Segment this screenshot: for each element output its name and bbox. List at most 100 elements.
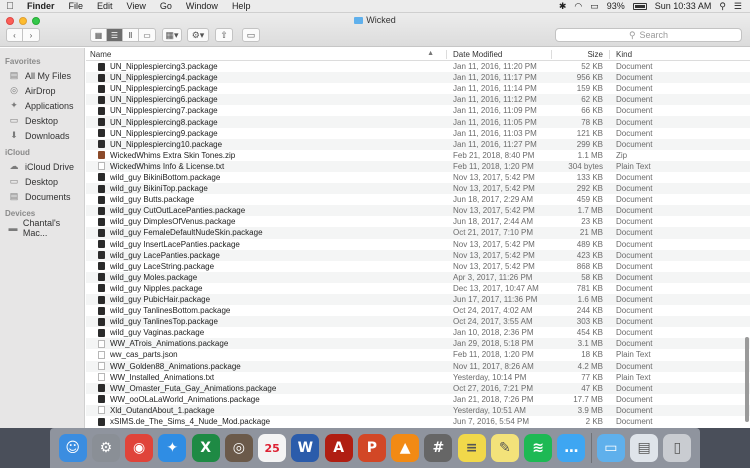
table-row[interactable]: WW_ooOLaLaWorld_Animations.package Jan 21…: [86, 394, 750, 405]
scrollbar[interactable]: [744, 62, 749, 422]
menu-view[interactable]: View: [120, 1, 153, 11]
table-row[interactable]: UN_Nipplespiercing3.package Jan 11, 2016,…: [86, 61, 750, 72]
powerpoint-icon[interactable]: P: [357, 434, 386, 462]
table-row[interactable]: wild_guy BikiniBottom.package Nov 13, 201…: [86, 172, 750, 183]
battery-icon[interactable]: [632, 2, 647, 10]
column-header-date[interactable]: Date Modified: [446, 49, 551, 59]
sidebar-item-icloud-desktop[interactable]: ▭ Desktop: [0, 174, 84, 189]
table-row[interactable]: WW_Golden88_Animations.package Nov 11, 20…: [86, 360, 750, 372]
column-view-button[interactable]: Ⅱ: [123, 29, 139, 41]
menu-go[interactable]: Go: [153, 1, 179, 11]
launchpad-icon[interactable]: ◎: [224, 434, 253, 462]
table-row[interactable]: UN_Nipplespiercing8.package Jan 11, 2016,…: [86, 116, 750, 128]
spotlight-icon[interactable]: ⚲: [719, 1, 726, 12]
table-row[interactable]: ww_cas_parts.json Feb 11, 2018, 1:20 PM 18…: [86, 349, 750, 360]
table-row[interactable]: wild_guy TanlinesTop.package Oct 24, 2017…: [86, 316, 750, 328]
calendar-icon[interactable]: 25: [258, 434, 287, 462]
word-icon[interactable]: W: [291, 434, 320, 462]
share-button[interactable]: ⇧: [215, 28, 233, 42]
file-name-cell: UN_Nipplespiercing6.package: [86, 94, 446, 105]
sidebar-item-icloud-drive[interactable]: ☁ iCloud Drive: [0, 159, 84, 174]
table-row[interactable]: WW_ATrois_Animations.package Jan 29, 2018…: [86, 338, 750, 350]
sidebar-item-documents[interactable]: ▤ Documents: [0, 189, 84, 204]
table-row[interactable]: wild_guy LacePanties.package Nov 13, 2017…: [86, 249, 750, 261]
spotify-icon[interactable]: ≋: [524, 434, 553, 462]
chrome-icon[interactable]: ◉: [125, 434, 154, 462]
table-row[interactable]: wild_guy InsertLacePanties.package Nov 13…: [86, 239, 750, 250]
preview-icon[interactable]: ▤: [630, 434, 659, 462]
excel-icon[interactable]: X: [191, 434, 220, 462]
table-row[interactable]: WickedWhims Info & License.txt Feb 11, 20…: [86, 160, 750, 172]
back-button[interactable]: ‹: [7, 29, 23, 41]
list-view-button[interactable]: ☰: [107, 29, 123, 41]
calculator-icon[interactable]: #: [424, 434, 453, 462]
wifi-icon[interactable]: ◠: [574, 1, 582, 12]
menu-edit[interactable]: Edit: [90, 1, 120, 11]
menu-finder[interactable]: Finder: [20, 1, 62, 11]
table-row[interactable]: wild_guy FemaleDefaultNudeSkin.package Oc…: [86, 227, 750, 239]
scroll-thumb[interactable]: [745, 337, 749, 422]
column-header-name[interactable]: Name ▲: [86, 50, 446, 59]
acrobat-icon[interactable]: A: [324, 434, 353, 462]
table-row[interactable]: UN_Nipplespiercing5.package Jan 11, 2016,…: [86, 83, 750, 94]
table-row[interactable]: wild_guy Moles.package Apr 3, 2017, 11:26…: [86, 271, 750, 283]
search-field[interactable]: ⚲ Search: [555, 28, 742, 42]
table-row[interactable]: UN_Nipplespiercing9.package Jan 11, 2016,…: [86, 128, 750, 139]
sidebar-item-mac[interactable]: ▬ Chantal's Mac...: [0, 218, 84, 238]
sidebar-item-downloads[interactable]: ⬇ Downloads: [0, 128, 84, 143]
table-row[interactable]: UN_Nipplespiercing10.package Jan 11, 2016…: [86, 138, 750, 150]
file-name-cell: wild_guy CutOutLacePanties.package: [86, 205, 446, 216]
messages-icon[interactable]: …: [557, 434, 586, 462]
table-row[interactable]: wild_guy PubicHair.package Jun 17, 2017, …: [86, 293, 750, 306]
table-row[interactable]: wild_guy LaceString.package Nov 13, 2017,…: [86, 261, 750, 272]
table-row[interactable]: wild_guy Nipples.package Dec 13, 2017, 10…: [86, 283, 750, 294]
forward-button[interactable]: ›: [23, 29, 39, 41]
table-row[interactable]: wild_guy CutOutLacePanties.package Nov 13…: [86, 205, 750, 217]
battery-percent[interactable]: 93%: [607, 1, 625, 11]
edit-tags-button[interactable]: ▭: [242, 28, 260, 42]
stickies-icon[interactable]: ≡: [457, 434, 486, 462]
trash-icon[interactable]: ▯: [663, 434, 692, 462]
bluetooth-icon[interactable]: ✱: [559, 1, 567, 12]
vlc-icon[interactable]: ▲: [391, 434, 420, 462]
finder-icon[interactable]: ☺: [58, 434, 87, 462]
file-name-cell: Xld_OutandAbout_1.package: [86, 405, 446, 416]
table-row[interactable]: WickedWhims Extra Skin Tones.zip Feb 21, …: [86, 150, 750, 161]
file-name-cell: UN_Nipplespiercing10.package: [86, 139, 446, 150]
table-row[interactable]: wild_guy Vaginas.package Jan 10, 2018, 2:…: [86, 327, 750, 338]
table-row[interactable]: UN_Nipplespiercing7.package Jan 11, 2016,…: [86, 105, 750, 116]
menu-help[interactable]: Help: [225, 1, 258, 11]
sidebar-item-applications[interactable]: ✦ Applications: [0, 98, 84, 113]
table-row[interactable]: xSIMS.de_The_Sims_4_Nude_Mod.package Jun …: [86, 416, 750, 427]
sidebar-item-all-my-files[interactable]: ▤ All My Files: [0, 68, 84, 83]
system-preferences-icon[interactable]: ⚙: [91, 434, 120, 462]
sidebar-item-airdrop[interactable]: ◎ AirDrop: [0, 83, 84, 98]
file-name: UN_Nipplespiercing3.package: [110, 62, 218, 72]
action-gear-button[interactable]: ⚙▾: [187, 28, 209, 42]
table-row[interactable]: wild_guy DimplesOfVenus.package Jun 18, 2…: [86, 216, 750, 227]
arrange-button[interactable]: ▦▾: [162, 28, 182, 42]
table-row[interactable]: Xld_OutandAbout_1.package Yesterday, 10:5…: [86, 404, 750, 416]
table-row[interactable]: UN_Nipplespiercing6.package Jan 11, 2016,…: [86, 94, 750, 106]
table-row[interactable]: WW_Installed_Animations.txt Yesterday, 10…: [86, 372, 750, 383]
safari-icon[interactable]: ✦: [158, 434, 187, 462]
notification-center-icon[interactable]: ☰: [734, 1, 742, 12]
downloads-stack-icon[interactable]: ▭: [596, 434, 625, 462]
table-row[interactable]: WW_Omaster_Futa_Gay_Animations.package Oc…: [86, 382, 750, 394]
menu-window[interactable]: Window: [179, 1, 225, 11]
sidebar-item-desktop[interactable]: ▭ Desktop: [0, 113, 84, 128]
table-row[interactable]: wild_guy Butts.package Jun 18, 2017, 2:29…: [86, 194, 750, 205]
cover-flow-button[interactable]: ▭: [139, 29, 155, 41]
column-header-kind[interactable]: Kind: [609, 49, 689, 59]
table-row[interactable]: wild_guy TanlinesBottom.package Oct 24, 2…: [86, 305, 750, 316]
notes-icon[interactable]: ✎: [490, 434, 519, 462]
icon-view-button[interactable]: ▦: [91, 29, 107, 41]
table-row[interactable]: wild_guy BikiniTop.package Nov 13, 2017, …: [86, 183, 750, 195]
file-kind: Document: [616, 328, 653, 338]
table-row[interactable]: UN_Nipplespiercing4.package Jan 11, 2016,…: [86, 72, 750, 84]
clock[interactable]: Sun 10:33 AM: [655, 1, 712, 11]
airplay-icon[interactable]: ▭: [590, 1, 599, 12]
menu-file[interactable]: File: [62, 1, 91, 11]
apple-menu-icon[interactable]: : [0, 1, 20, 12]
column-header-size[interactable]: Size: [551, 49, 609, 59]
